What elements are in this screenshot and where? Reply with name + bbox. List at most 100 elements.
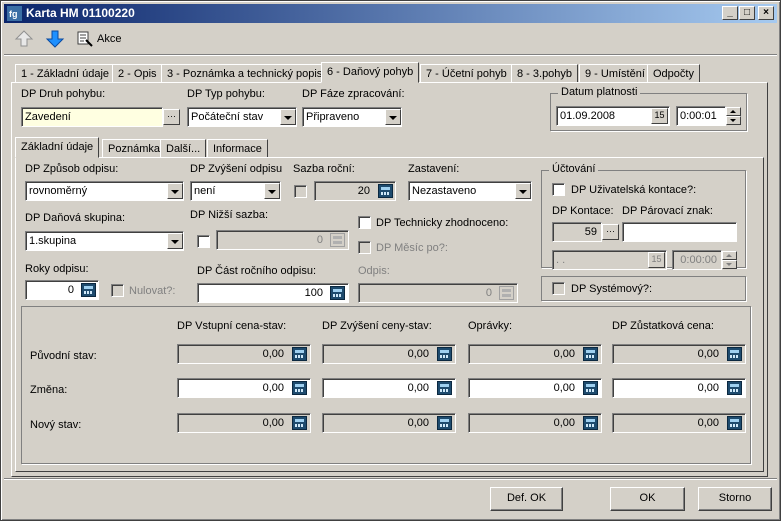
calculator-icon[interactable] <box>583 347 598 361</box>
kontace-field[interactable]: 59 <box>552 222 602 242</box>
zpusob-odpisu-dropdown[interactable] <box>167 183 183 199</box>
odpis-field: 0 <box>358 283 518 303</box>
faze-zpracovani-dropdown[interactable] <box>385 109 401 125</box>
typ-pohybu-dropdown[interactable] <box>280 109 296 125</box>
inner-tab-panel: DP Způsob odpisu: rovnoměrný DP Zvýšení … <box>15 157 764 472</box>
puvodni-zvyseni-ceny-field: 0,00 <box>322 344 456 364</box>
calculator-icon[interactable] <box>727 381 742 395</box>
minimize-button[interactable]: _ <box>722 6 738 20</box>
spin-up-icon[interactable] <box>726 107 741 116</box>
mesic-po-label: DP Měsíc po?: <box>376 242 448 254</box>
calculator-icon[interactable] <box>378 184 393 198</box>
subtab-informace[interactable]: Informace <box>207 139 268 158</box>
tab-3-pohyb[interactable]: 8 - 3.pohyb <box>511 64 579 83</box>
technicky-zhodnoceno-checkbox[interactable] <box>358 216 371 229</box>
zvyseni-odpisu-dropdown[interactable] <box>264 183 280 199</box>
uzivatelska-kontace-checkbox[interactable] <box>552 183 565 196</box>
calculator-icon[interactable] <box>437 381 452 395</box>
technicky-zhodnoceno-label: DP Technicky zhodnoceno: <box>376 217 509 229</box>
uctovani-caption: Účtování <box>549 163 599 175</box>
zastaveni-dropdown[interactable] <box>515 183 531 199</box>
calculator-icon[interactable] <box>81 283 96 297</box>
nizsi-sazba-label: DP Nižší sazba: <box>190 209 269 221</box>
cast-rocniho-odpisu-field[interactable]: 100 <box>197 283 349 303</box>
calculator-icon[interactable] <box>437 347 452 361</box>
tab-label: 7 - Účetní pohyb <box>426 68 507 80</box>
zpusob-odpisu-select[interactable]: rovnoměrný <box>25 181 184 201</box>
maximize-button[interactable]: □ <box>739 6 755 20</box>
calculator-icon[interactable] <box>292 381 307 395</box>
calculator-icon <box>499 286 514 300</box>
tab-poznamka-technicky-popis[interactable]: 3 - Poznámka a technický popis <box>161 64 329 83</box>
ok-button[interactable]: OK <box>610 487 685 511</box>
spin-down-icon[interactable] <box>726 116 741 125</box>
tab-label: Základní údaje <box>21 141 94 153</box>
column-header: DP Zůstatková cena: <box>612 320 714 332</box>
calculator-icon[interactable] <box>727 347 742 361</box>
tab-label: Informace <box>213 143 262 155</box>
tab-ucetni-pohyb[interactable]: 7 - Účetní pohyb <box>420 64 513 83</box>
subtab-zakladni-udaje[interactable]: Základní údaje <box>15 137 100 158</box>
uctovani-time-field: 0:00:00 <box>672 250 722 270</box>
roky-odpisu-label: Roky odpisu: <box>25 263 89 275</box>
calculator-icon[interactable] <box>437 416 452 430</box>
odpis-label: Odpis: <box>358 265 390 277</box>
calculator-icon[interactable] <box>292 416 307 430</box>
calculator-icon <box>330 233 345 247</box>
zmena-vstupni-cena-field[interactable]: 0,00 <box>177 378 311 398</box>
window-title: Karta HM 01100220 <box>26 6 135 20</box>
values-table: DP Vstupní cena-stav: DP Zvýšení ceny-st… <box>21 306 751 464</box>
tab-danovy-pohyb[interactable]: 6 - Daňový pohyb <box>321 62 420 83</box>
parovaci-znak-field[interactable] <box>622 222 737 242</box>
cas-platnosti-spinner[interactable] <box>726 107 741 125</box>
zmena-zvyseni-ceny-field[interactable]: 0,00 <box>322 378 456 398</box>
calculator-icon[interactable] <box>292 347 307 361</box>
subtab-poznamka[interactable]: Poznámka <box>102 139 166 158</box>
column-header: DP Zvýšení ceny-stav: <box>322 320 432 332</box>
calculator-icon[interactable] <box>727 416 742 430</box>
faze-zpracovani-label: DP Fáze zpracování: <box>302 88 405 100</box>
column-header: Oprávky: <box>468 320 513 332</box>
arrow-down-icon[interactable] <box>44 28 66 50</box>
toolbar-separator <box>4 54 777 56</box>
tab-zakladni-udaje[interactable]: 1 - Základní údaje <box>15 64 116 83</box>
zmena-opravky-field[interactable]: 0,00 <box>468 378 602 398</box>
danova-skupina-dropdown[interactable] <box>167 233 183 249</box>
cas-platnosti-field[interactable]: 0:00:01 <box>676 106 726 126</box>
zmena-zustatkova-cena-field[interactable]: 0,00 <box>612 378 746 398</box>
column-header: DP Vstupní cena-stav: <box>177 320 287 332</box>
kontace-label: DP Kontace: <box>552 205 614 217</box>
spin-up-icon <box>722 251 737 260</box>
def-ok-button[interactable]: Def. OK <box>490 487 563 511</box>
title-bar[interactable]: fg Karta HM 01100220 _ □ × <box>4 4 777 23</box>
calculator-icon[interactable] <box>583 381 598 395</box>
close-button[interactable]: × <box>758 6 774 20</box>
sazba-rocni-checkbox[interactable] <box>294 185 307 198</box>
action-button[interactable]: Akce <box>77 28 127 50</box>
druh-pohybu-browse-button[interactable]: ··· <box>163 109 180 125</box>
calendar-icon[interactable]: 15 <box>651 108 668 124</box>
druh-pohybu-field[interactable]: Zavedení <box>21 107 163 127</box>
tab-label: Poznámka <box>108 143 160 155</box>
nizsi-sazba-checkbox[interactable] <box>197 235 210 248</box>
arrow-up-icon[interactable] <box>13 28 35 50</box>
calculator-icon[interactable] <box>583 416 598 430</box>
zpusob-odpisu-label: DP Způsob odpisu: <box>25 163 119 175</box>
novy-vstupni-cena-field: 0,00 <box>177 413 311 433</box>
uctovani-group: Účtování DP Uživatelská kontace?: DP Kon… <box>541 163 746 270</box>
tab-odpocty[interactable]: Odpočty <box>647 64 700 83</box>
zvyseni-odpisu-label: DP Zvýšení odpisu <box>190 163 283 175</box>
systemovy-checkbox <box>552 282 565 295</box>
tab-umisteni[interactable]: 9 - Umístění <box>579 64 651 83</box>
zastaveni-label: Zastavení: <box>408 163 460 175</box>
parovaci-znak-label: DP Párovací znak: <box>622 205 713 217</box>
storno-button[interactable]: Storno <box>698 487 772 511</box>
tab-opis[interactable]: 2 - Opis <box>112 64 163 83</box>
calculator-icon[interactable] <box>330 286 345 300</box>
kontace-browse-button[interactable]: ··· <box>602 224 619 240</box>
datum-platnosti-group: Datum platnosti 01.09.2008 15 0:00:01 <box>550 86 747 131</box>
sazba-rocni-label: Sazba roční: <box>293 163 355 175</box>
zastaveni-select[interactable]: Nezastaveno <box>408 181 532 201</box>
danova-skupina-select[interactable]: 1.skupina <box>25 231 184 251</box>
subtab-dalsi[interactable]: Další... <box>160 139 207 158</box>
